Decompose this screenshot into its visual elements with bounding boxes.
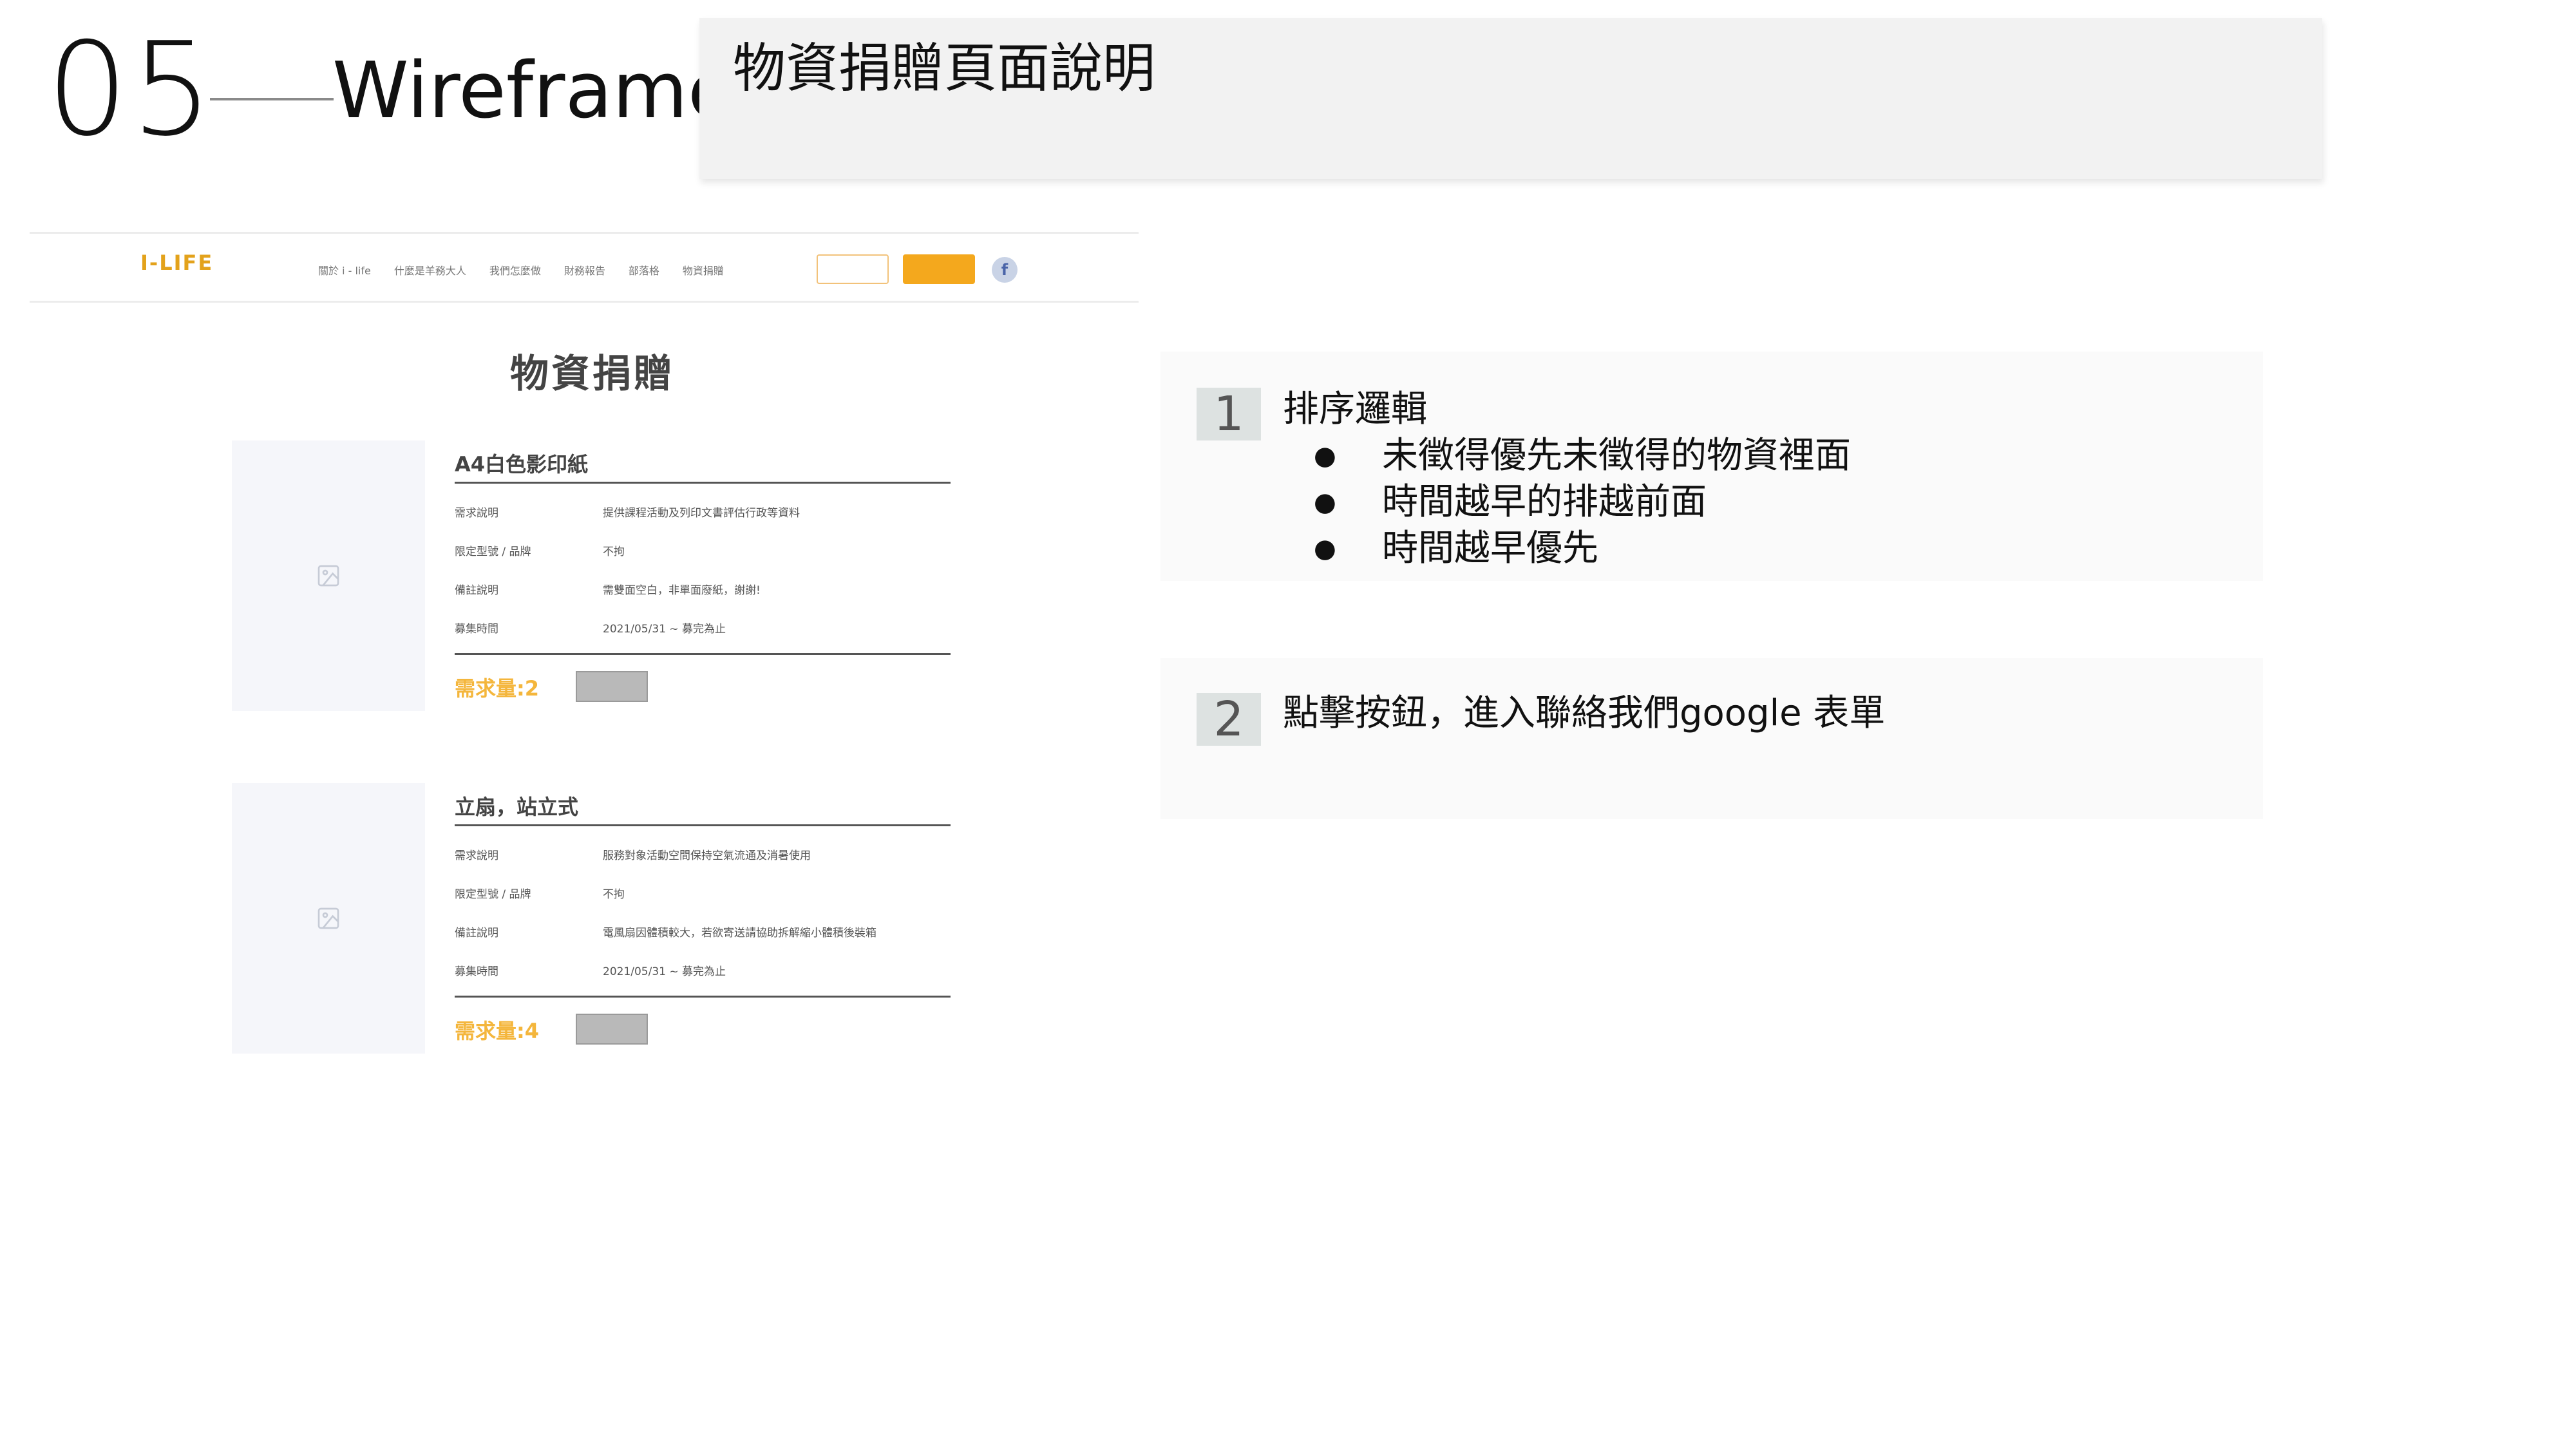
facebook-icon[interactable]: f: [992, 257, 1018, 283]
label-description: 需求說明: [455, 507, 498, 520]
donation-page-heading: 物資捐贈: [510, 352, 675, 397]
note-title: 排序邏輯: [1283, 388, 1427, 430]
slide-number: 05: [46, 15, 216, 165]
donation-item-card: 立扇，站立式 需求說明 服務對象活動空間保持空氣流通及消暑使用 限定型號 / 品…: [232, 783, 1005, 1054]
item-divider-top: [455, 482, 951, 484]
title-card: 物資捐贈頁面說明: [699, 18, 2322, 179]
note-bullet: 時間越早的排越前面: [1314, 479, 1851, 526]
note-card-sorting: 1 排序邏輯 未徵得優先未徵得的物資裡面 時間越早的排越前面 時間越早優先: [1160, 352, 2263, 581]
title-card-text: 物資捐贈頁面說明: [733, 38, 1156, 99]
image-placeholder-icon: [317, 907, 339, 929]
label-remark: 備註說明: [455, 584, 498, 597]
item-row-description: 需求說明 服務對象活動空間保持空氣流通及消暑使用: [455, 846, 811, 862]
note-number-badge: 1: [1197, 386, 1261, 442]
value-period: 2021/05/31 ~ 募完為止: [603, 965, 726, 978]
label-brand: 限定型號 / 品牌: [455, 888, 531, 901]
item-divider-bottom: [455, 996, 951, 998]
label-description: 需求說明: [455, 849, 498, 862]
nav-item-blog[interactable]: 部落格: [629, 262, 659, 278]
value-remark: 電風扇因體積較大，若欲寄送請協助拆解縮小體積後裝箱: [603, 927, 876, 940]
note-card-button: 2 點擊按鈕，進入聯絡我們google 表單: [1160, 658, 2263, 819]
note-bullet: 未徵得優先未徵得的物資裡面: [1314, 433, 1851, 479]
image-placeholder-icon: [317, 565, 339, 587]
item-row-remark: 備註說明 電風扇因體積較大，若欲寄送請協助拆解縮小體積後裝箱: [455, 923, 876, 940]
nav-primary-button[interactable]: [903, 254, 975, 284]
item-demand: 需求量:2: [455, 676, 540, 701]
item-row-brand: 限定型號 / 品牌 不拘: [455, 542, 625, 558]
wireframe-navbar: I-LIFE 關於 i - life 什麼是羊務大人 我們怎麼做 財務報告 部落…: [30, 232, 1139, 303]
item-image-placeholder: [232, 783, 425, 1054]
slide-title: Wireframe: [332, 46, 735, 136]
donate-button[interactable]: [576, 1014, 648, 1045]
nav-item-what-is[interactable]: 什麼是羊務大人: [394, 262, 466, 278]
nav-item-donation[interactable]: 物資捐贈: [683, 262, 724, 278]
note-bullet: 時間越早優先: [1314, 526, 1851, 572]
wireframe-screenshot: I-LIFE 關於 i - life 什麼是羊務大人 我們怎麼做 財務報告 部落…: [30, 232, 1139, 1088]
item-divider-bottom: [455, 653, 951, 655]
nav-outline-button[interactable]: [817, 254, 889, 284]
header-divider: [210, 98, 334, 100]
note-number-badge: 2: [1197, 692, 1261, 747]
note-bullet-list: 未徵得優先未徵得的物資裡面 時間越早的排越前面 時間越早優先: [1314, 433, 1851, 572]
item-row-period: 募集時間 2021/05/31 ~ 募完為止: [455, 620, 726, 636]
item-divider-top: [455, 824, 951, 826]
nav-item-finance[interactable]: 財務報告: [564, 262, 605, 278]
label-period: 募集時間: [455, 965, 498, 978]
value-description: 提供課程活動及列印文書評估行政等資料: [603, 507, 800, 520]
item-name: 立扇，站立式: [455, 795, 579, 819]
item-demand: 需求量:4: [455, 1019, 540, 1043]
item-image-placeholder: [232, 440, 425, 711]
note-title: 點擊按鈕，進入聯絡我們google 表單: [1283, 692, 1886, 734]
item-row-brand: 限定型號 / 品牌 不拘: [455, 885, 625, 901]
label-remark: 備註說明: [455, 927, 498, 940]
item-row-remark: 備註說明 需雙面空白，非單面廢紙，謝謝!: [455, 581, 761, 597]
value-brand: 不拘: [603, 545, 625, 558]
value-description: 服務對象活動空間保持空氣流通及消暑使用: [603, 849, 811, 862]
item-name: A4白色影印紙: [455, 452, 589, 477]
value-period: 2021/05/31 ~ 募完為止: [603, 623, 726, 636]
nav-item-how[interactable]: 我們怎麼做: [489, 262, 541, 278]
value-brand: 不拘: [603, 888, 625, 901]
site-nav: 關於 i - life 什麼是羊務大人 我們怎麼做 財務報告 部落格 物資捐贈: [318, 262, 724, 278]
donation-item-card: A4白色影印紙 需求說明 提供課程活動及列印文書評估行政等資料 限定型號 / 品…: [232, 440, 1005, 711]
item-row-period: 募集時間 2021/05/31 ~ 募完為止: [455, 962, 726, 978]
site-logo[interactable]: I-LIFE: [140, 251, 213, 275]
value-remark: 需雙面空白，非單面廢紙，謝謝!: [603, 584, 761, 597]
donate-button[interactable]: [576, 671, 648, 702]
label-brand: 限定型號 / 品牌: [455, 545, 531, 558]
item-row-description: 需求說明 提供課程活動及列印文書評估行政等資料: [455, 504, 800, 520]
nav-item-about[interactable]: 關於 i - life: [318, 262, 371, 278]
label-period: 募集時間: [455, 623, 498, 636]
